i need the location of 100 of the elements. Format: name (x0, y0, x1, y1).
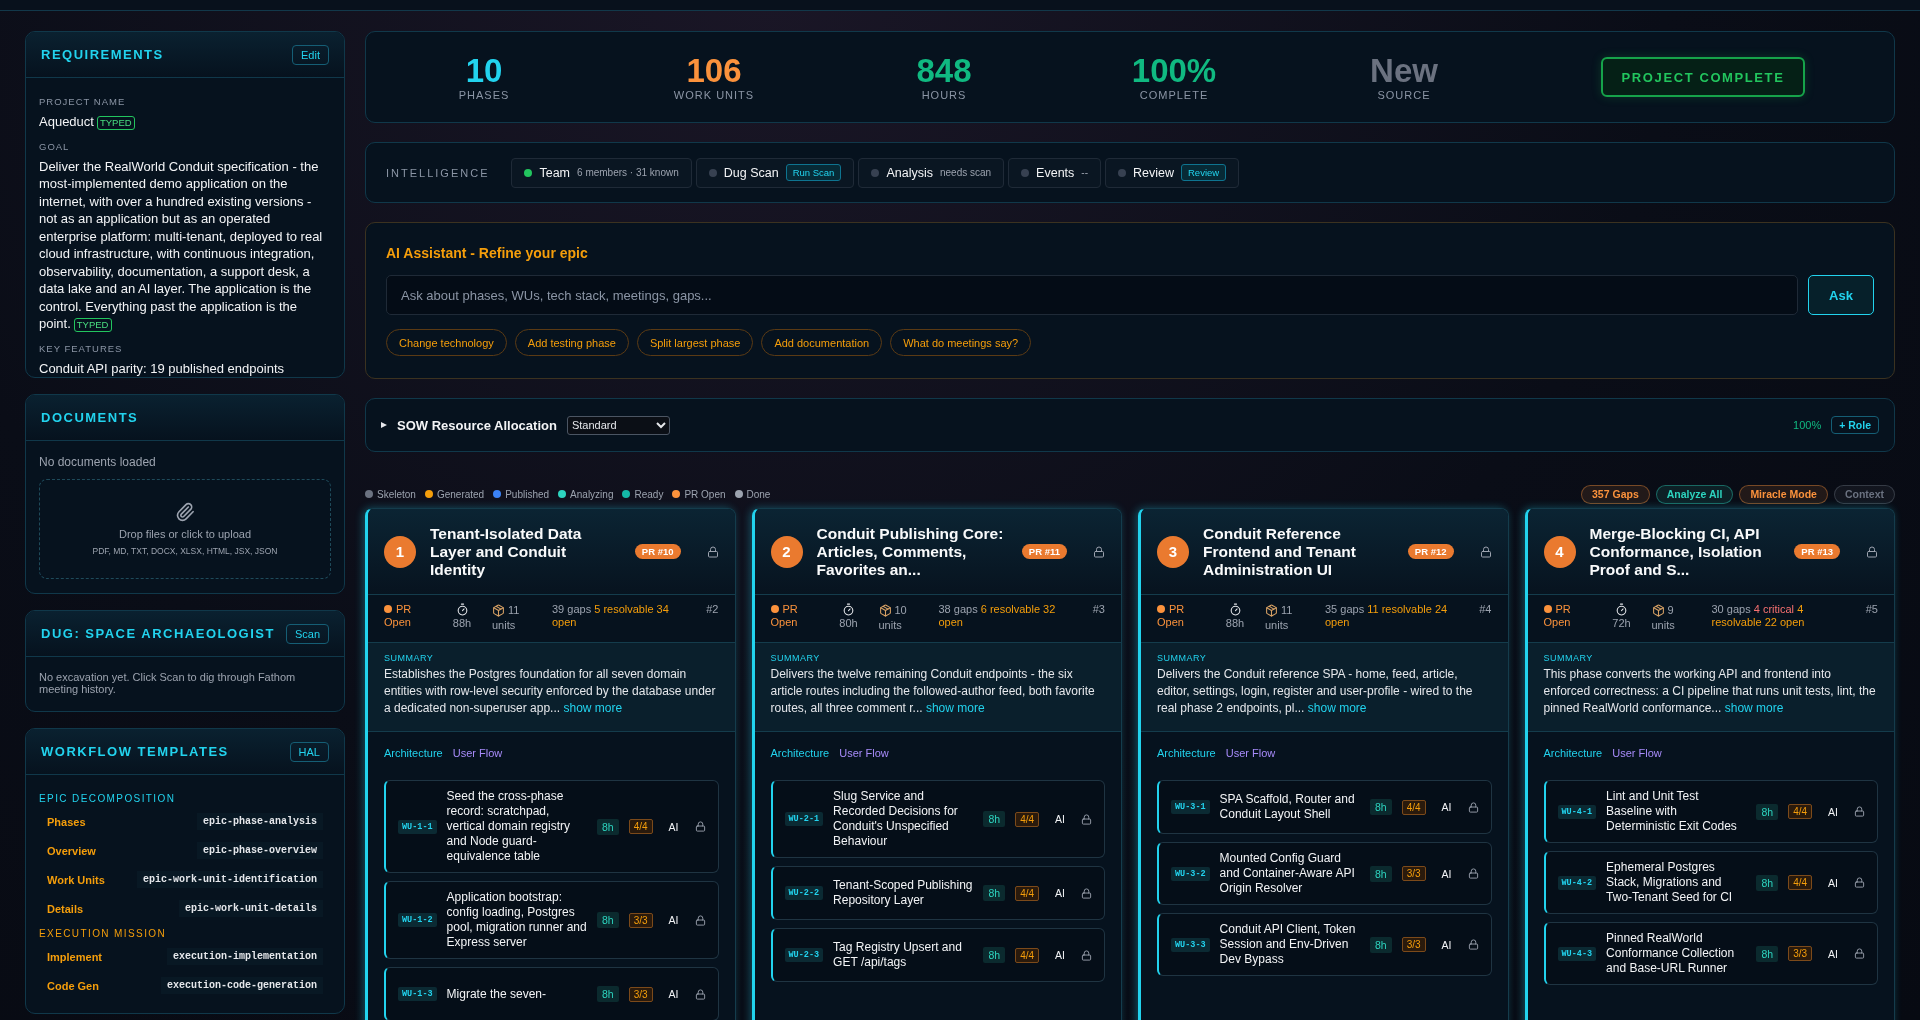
work-unit-title: SPA Scaffold, Router and Conduit Layout Shell (1219, 792, 1356, 822)
rate-select[interactable]: Standard (566, 415, 670, 435)
show-more-link[interactable]: show more (563, 701, 623, 715)
unit-count: 9 (1667, 603, 1674, 618)
scan-button[interactable]: Scan (285, 623, 329, 644)
work-unit-title: Application bootstrap: config loading, Postgres pool, migration runner and Express server (446, 890, 587, 950)
units-label: units (492, 618, 516, 633)
edit-button[interactable]: Edit (292, 44, 329, 65)
checks-badge: 4/4 (1401, 799, 1426, 815)
intelligence-chip[interactable]: Team 6 members · 31 known (511, 157, 692, 188)
view-tab[interactable]: User Flow (839, 747, 889, 759)
work-unit-card[interactable]: WU-4-2 Ephemeral Postgres Stack, Migrations and Two-Tenant Seed for CI 8h 4/4 AI (1543, 851, 1878, 914)
stopwatch-icon (842, 603, 855, 616)
work-unit-card[interactable]: WU-1-2 Application bootstrap: config loading, Postgres pool, migration runner and Express server 8h 3/3 AI (384, 881, 719, 959)
ai-label: AI (1441, 801, 1452, 813)
chip-detail: needs scan (939, 167, 992, 178)
template-name: epic-phase-overview (196, 842, 323, 859)
work-unit-title: Mounted Config Guard and Container-Aware API Origin Resolver (1219, 851, 1356, 896)
hal-button[interactable]: HAL (289, 741, 329, 762)
template-name: epic-work-unit-details (178, 900, 323, 917)
view-tab[interactable]: User Flow (452, 747, 503, 759)
intelligence-chip[interactable]: Analysis needs scan (858, 157, 1005, 188)
show-more-link[interactable]: show more (1307, 701, 1367, 715)
work-unit-title: Slug Service and Recorded Decisions for Conduit's Unspecified Behaviour (833, 789, 959, 849)
view-tab[interactable]: User Flow (1225, 747, 1276, 759)
ai-label: AI (1055, 813, 1065, 825)
intelligence-chip[interactable]: Events -- (1008, 157, 1101, 188)
legend-label: Analyzing (570, 488, 614, 500)
template-name: execution-implementation (166, 948, 323, 965)
hours-badge: 8h (597, 818, 619, 835)
stat-label: PHASES (458, 89, 510, 101)
work-unit-card[interactable]: WU-4-3 Pinned RealWorld Conformance Collection and Base-URL Runner 8h 3/3 AI (1543, 922, 1878, 985)
work-unit-id: WU-1-1 (398, 819, 437, 834)
stopwatch-icon (455, 603, 469, 616)
lock-icon (694, 988, 706, 1000)
work-unit-card[interactable]: WU-2-3 Tag Registry Upsert and GET /api/tags 8h 4/4 AI (770, 928, 1105, 982)
hours-badge: 8h (983, 811, 1006, 827)
hours-badge: 8h (983, 947, 1006, 963)
view-tab[interactable]: Architecture (1543, 747, 1603, 759)
work-unit-card[interactable]: WU-4-1 Lint and Unit Test Baseline with Deterministic Exit Codes 8h 4/4 AI (1543, 780, 1878, 843)
lock-icon (1081, 887, 1092, 899)
toolbar-button[interactable]: 357 Gaps (1581, 484, 1650, 504)
sow-title[interactable]: SOW Resource Allocation (397, 417, 557, 433)
units-label: units (1651, 618, 1675, 633)
checks-badge: 4/4 (1788, 875, 1813, 890)
hours-badge: 8h (1370, 936, 1392, 953)
add-role-button[interactable]: + Role (1831, 416, 1879, 434)
ask-input-field[interactable]: Ask about phases, WUs, tech stack, meetings, gaps... (386, 275, 1798, 315)
phase-index: #5 (1865, 603, 1878, 615)
show-more-link[interactable]: show more (925, 701, 985, 715)
legend-label: Done (746, 488, 771, 500)
work-unit-card[interactable]: WU-1-3 Migrate the seven- 8h 3/3 AI (384, 967, 719, 1020)
view-tab[interactable]: Architecture (770, 747, 830, 759)
checks-badge: 3/3 (1788, 946, 1813, 961)
work-unit-card[interactable]: WU-3-3 Conduit API Client, Token Session and Env-Driven Dev Bypass 8h 3/3 AI (1157, 913, 1492, 976)
intelligence-chip[interactable]: Review Review (1105, 157, 1240, 188)
phase-number: 3 (1157, 535, 1189, 568)
upload-drop-zone[interactable]: Drop files or click to upload PDF, MD, TXT, DOCX, XLSX, HTML, JSX, JSON (39, 479, 331, 579)
legend-label: PR Open (684, 488, 726, 500)
chip-action-button[interactable]: Run Scan (785, 164, 842, 181)
toolbar-button[interactable]: Miracle Mode (1739, 484, 1828, 504)
stat-value: New (1370, 53, 1438, 89)
box-icon (1651, 604, 1665, 617)
phase-title: Tenant-Isolated Data Layer and Conduit Identity (430, 524, 583, 579)
toolbar-button[interactable]: Context (1833, 484, 1895, 504)
ai-label: AI (668, 914, 679, 926)
phase-status: PR Open (1543, 603, 1571, 628)
template-name: epic-work-unit-identification (136, 871, 323, 888)
work-unit-card[interactable]: WU-2-1 Slug Service and Recorded Decisions for Conduit's Unspecified Behaviour 8h 4/4 AI (770, 780, 1105, 858)
template-label: Details (47, 902, 84, 915)
chip-action-button[interactable]: Review (1181, 164, 1227, 181)
ai-label: AI (668, 820, 679, 833)
work-unit-card[interactable]: WU-3-2 Mounted Config Guard and Container-Aware API Origin Resolver 8h 3/3 AI (1157, 842, 1492, 905)
lock-icon (1093, 545, 1105, 558)
work-unit-id: WU-4-2 (1557, 875, 1597, 890)
view-tab[interactable]: User Flow (1612, 747, 1662, 759)
ai-label: AI (668, 988, 679, 1000)
checks-badge: 3/3 (1401, 866, 1426, 881)
stat-value: 848 (916, 53, 972, 89)
ask-button[interactable]: Ask (1808, 275, 1874, 315)
view-tab[interactable]: Architecture (384, 747, 443, 759)
ai-label: AI (1828, 876, 1838, 889)
view-tab[interactable]: Architecture (1157, 747, 1216, 759)
work-unit-card[interactable]: WU-1-1 Seed the cross-phase record: scratchpad, vertical domain registry and Node guard-equivalence table 8h 4/4 AI (384, 780, 719, 873)
summary-text: Establishes the Postgres foundation for all seven domain entities with row-level security enforced by the database under a dedicated non-superuser app... show more (384, 666, 717, 717)
show-more-link[interactable]: show more (1724, 701, 1784, 715)
toolbar-button[interactable]: Analyze All (1655, 484, 1734, 504)
work-unit-title: Conduit API Client, Token Session and Env-Driven Dev Bypass (1219, 922, 1357, 967)
work-unit-title: Tag Registry Upsert and GET /api/tags (833, 940, 963, 970)
work-unit-card[interactable]: WU-2-2 Tenant-Scoped Publishing Repository Layer 8h 4/4 AI (770, 866, 1105, 920)
empty-text: No documents loaded (39, 455, 157, 469)
project-complete-button[interactable]: PROJECT COMPLETE (1601, 57, 1805, 97)
summary-text: This phase converts the working API and frontend into enforced correctness: a CI pipeline that runs unit tests, lint, the pinned RealWorld conformance... show more (1543, 666, 1877, 717)
panel-title: REQUIREMENTS (41, 47, 164, 62)
hours-badge: 8h (597, 912, 619, 928)
intelligence-chip[interactable]: Dug Scan Run Scan (695, 157, 855, 188)
ai-label: AI (1828, 805, 1838, 818)
lock-icon (1854, 806, 1865, 817)
disclosure-triangle-icon[interactable] (381, 422, 387, 428)
work-unit-card[interactable]: WU-3-1 SPA Scaffold, Router and Conduit Layout Shell 8h 4/4 AI (1157, 780, 1492, 834)
